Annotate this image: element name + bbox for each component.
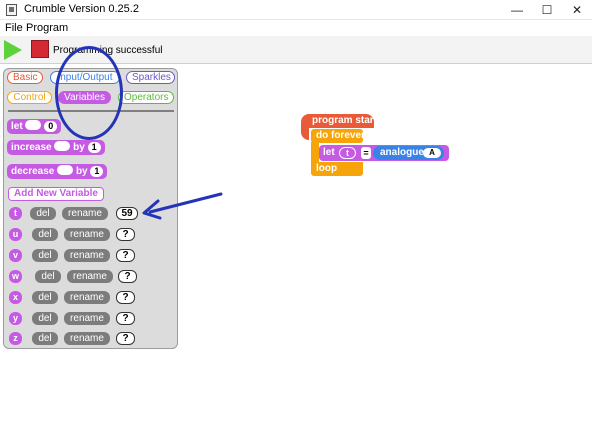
annotation-arrow <box>142 192 223 220</box>
